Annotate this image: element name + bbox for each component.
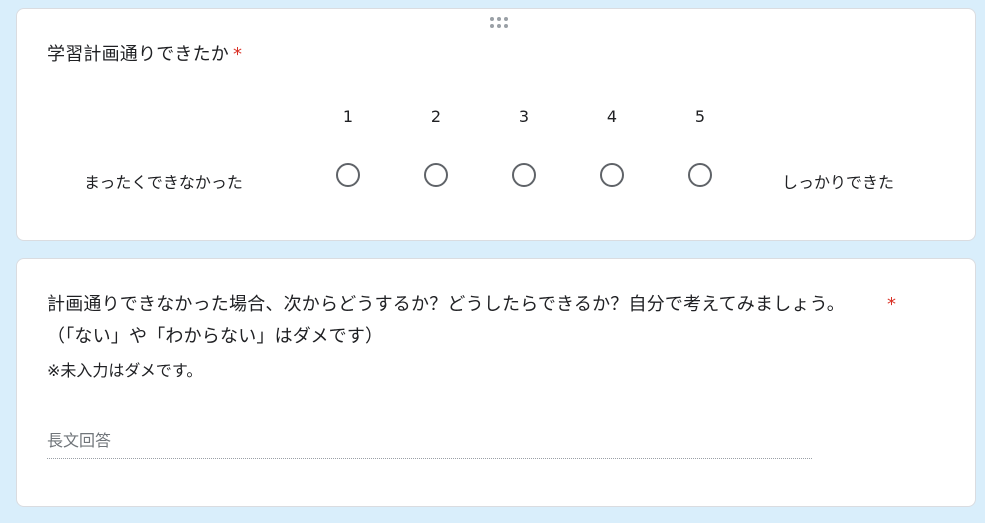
scale-radio-5[interactable] (688, 163, 712, 187)
scale-radio-3[interactable] (512, 163, 536, 187)
scale-high-label: しっかりできた (782, 173, 895, 192)
scale-radio-2[interactable] (424, 163, 448, 187)
question-title-text: 計画通りできなかった場合、次からどうするか？どうしたらできるか？自分で考えてみま… (47, 294, 845, 347)
scale-low-label: まったくできなかった (84, 173, 243, 192)
drag-handle-icon[interactable] (487, 17, 511, 31)
scale-number-4: 4 (606, 107, 618, 126)
scale-number-5: 5 (694, 107, 706, 126)
question-description: ※未入力はダメです。 (47, 361, 203, 380)
scale-radio-1[interactable] (336, 163, 360, 187)
required-asterisk: * (887, 294, 896, 315)
long-answer-input[interactable] (47, 423, 812, 459)
scale-radio-4[interactable] (600, 163, 624, 187)
required-asterisk: * (233, 44, 243, 65)
question-card-improvement: 計画通りできなかった場合、次からどうするか？どうしたらできるか？自分で考えてみま… (16, 258, 976, 507)
scale-number-2: 2 (430, 107, 442, 126)
question-title: 学習計画通りできたか * (47, 42, 242, 68)
scale-number-3: 3 (518, 107, 530, 126)
question-title-text: 学習計画通りできたか (47, 44, 229, 65)
scale-number-1: 1 (342, 107, 354, 126)
question-card-study-plan: 学習計画通りできたか * まったくできなかった 1 2 3 4 5 しっかりできた (16, 8, 976, 241)
